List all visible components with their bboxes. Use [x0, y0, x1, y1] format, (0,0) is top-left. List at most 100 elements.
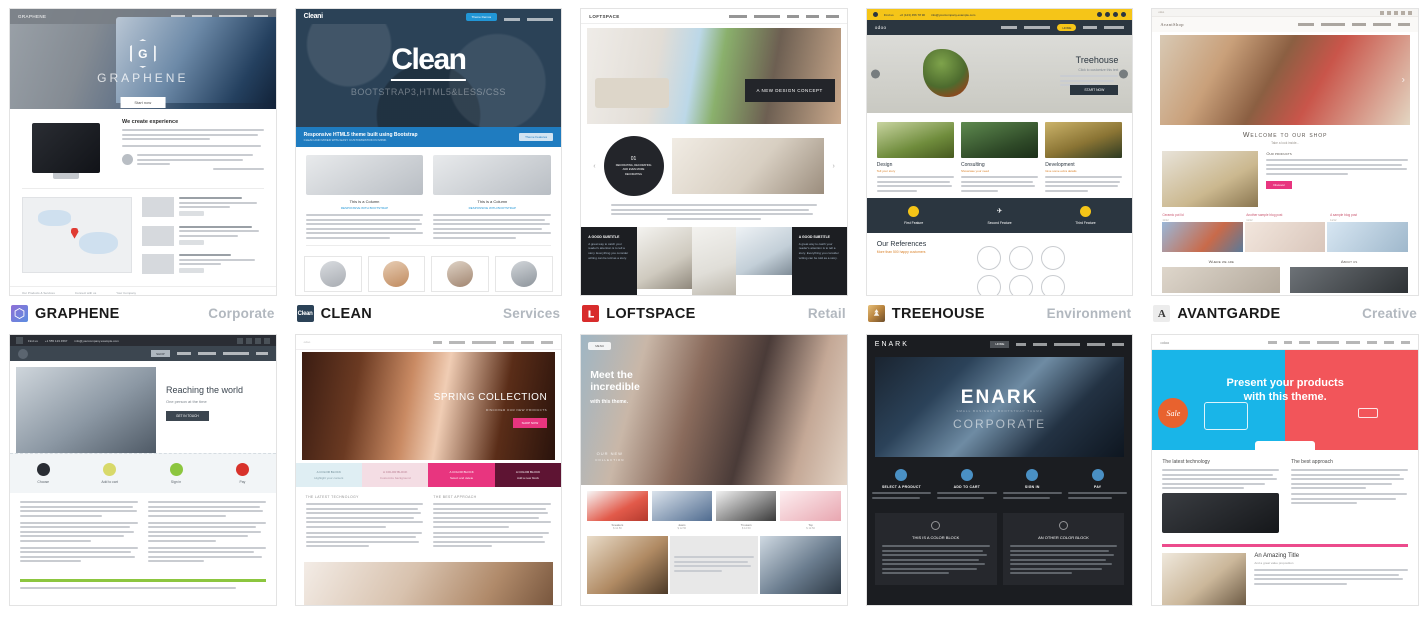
theme-thumbnail-treehouse[interactable]: Find us +0 (123) 456 78 90 info@yourcomp… [865, 8, 1134, 296]
theme-thumbnail-8[interactable]: MENU Meet the incredible with this theme… [580, 334, 848, 606]
hero-image [16, 367, 156, 453]
theme-meta [1151, 606, 1419, 619]
feature-column: Consulting Showcase your need [960, 122, 1039, 194]
nav-active-item[interactable]: HOME [1057, 24, 1077, 31]
avatar [447, 261, 474, 287]
blog-item[interactable]: Ceramic pot lid 11/12 [1162, 213, 1240, 222]
product-item[interactable]: Sneakers $ 12.50 [587, 491, 648, 530]
theme-name: GRAPHENE [35, 305, 120, 322]
numbered-circle: 01 DECORATING, DECORATING AND EVEN MORE … [603, 136, 664, 196]
shop-now-button[interactable]: SHOP NOW [512, 418, 548, 428]
footer-image [1162, 267, 1281, 293]
social-icons[interactable] [236, 337, 270, 344]
hero-cta-button[interactable]: GET IN TOUCH [166, 411, 209, 421]
reference-seals [976, 246, 1123, 270]
theme-card-10[interactable]: odoo Present your products with this the… [1142, 334, 1428, 619]
column-title: This is a Column [477, 199, 508, 204]
circle-line-2: AND EVEN MORE [622, 168, 645, 172]
card-icon [235, 463, 249, 476]
social-icons[interactable] [1379, 10, 1412, 15]
product-image [716, 491, 777, 521]
preview-topbar: Find us +1 555 123 4567 info@yourcompany… [10, 335, 276, 346]
carousel-next-icon[interactable] [1119, 69, 1129, 79]
theme-card-graphene[interactable]: GRAPHENE G GRAPHENE Start now We create … [0, 8, 286, 326]
text-column: THE LATEST TECHNOLOGY [305, 495, 424, 550]
column-subtitle: RESPONSIVE WITH BOOTSTRAP [468, 206, 516, 210]
blog-title: A sample blog post [1330, 213, 1358, 217]
theme-meta: Clean CLEAN Services [295, 296, 563, 326]
carousel-prev-icon[interactable]: ‹ [593, 163, 595, 170]
theme-thumbnail-6[interactable]: Find us +1 555 123 4567 info@yourcompany… [9, 334, 277, 606]
topbar-phone: +0 (123) 456 78 90 [899, 12, 926, 17]
masonry-grid: A GOOD SUBTITLE A great way to catch you… [581, 226, 847, 295]
theme-thumbnail-7[interactable]: odoo SPRING COLLECTION DISCOVER OUR NEW … [294, 334, 563, 606]
tablet-image [305, 155, 424, 195]
product-item[interactable]: Jeans $ 12.50 [651, 491, 712, 530]
carousel-next-icon[interactable]: › [832, 163, 834, 170]
step-item: SIGN IN [1000, 469, 1065, 501]
column-title: Consulting [960, 162, 985, 168]
theme-card-enark[interactable]: ENARK HOME ENARK SMALL BUSINESS BOOTSTRA… [857, 334, 1143, 619]
theme-thumbnail-clean[interactable]: Cleani Theme Demos Clean BOOTSTRAP3,HTML… [294, 8, 563, 296]
location-map[interactable] [22, 197, 132, 273]
steps-band: Choose Add to cart Sign in Pay [10, 453, 276, 493]
product-item[interactable]: Trousers $ 12.50 [716, 491, 777, 530]
preview-navbar: odoo [1152, 335, 1418, 350]
hero-image: SPRING COLLECTION DISCOVER OUR NEW PRODU… [301, 352, 556, 460]
menu-button[interactable]: MENU [588, 342, 612, 350]
nav-active-item[interactable]: SHOP [151, 350, 170, 357]
column-image [1045, 122, 1123, 158]
theme-card-loftspace[interactable]: LOFTSPACE A NEW DESIGN CONCEPT ‹ 01 DECO… [571, 8, 857, 326]
band-title: A COLOR BLOCK [316, 470, 341, 474]
theme-thumbnail-graphene[interactable]: GRAPHENE G GRAPHENE Start now We create … [9, 8, 277, 296]
product-price: $ 12.50 [741, 527, 751, 530]
discover-button[interactable]: Discover [1266, 181, 1293, 189]
footer-block-title: Where we are [1208, 259, 1234, 264]
theme-thumbnail-10[interactable]: odoo Present your products with this the… [1151, 334, 1419, 606]
hero-carousel[interactable]: Treehouse Click to customize this text S… [866, 35, 1133, 113]
preview-nav-links [433, 340, 554, 344]
social-icons[interactable] [1097, 12, 1127, 17]
preview-brand: LOFTSPACE [589, 13, 620, 19]
logo-dot-icon [872, 12, 878, 17]
nav-badge[interactable]: Theme Demos [465, 12, 498, 21]
theme-card-clean[interactable]: Cleani Theme Demos Clean BOOTSTRAP3,HTML… [286, 8, 572, 326]
preview-topbar: odoo [1152, 9, 1418, 17]
column-title: This is a Column [349, 199, 380, 204]
theme-card-8[interactable]: MENU Meet the incredible with this theme… [571, 334, 857, 619]
product-item[interactable]: Top $ 12.50 [780, 491, 841, 530]
blog-item[interactable]: Another sample blog post 11/12 [1246, 213, 1324, 222]
seal-line-2: COLLECTION [595, 458, 625, 462]
carousel-next-icon[interactable]: › [1402, 75, 1405, 86]
theme-card-avantgarde[interactable]: odoo AvantShop › Welcome to our shop Tak… [1142, 8, 1428, 326]
hero-subtitle: DISCOVER OUR NEW PRODUCTS [486, 408, 548, 412]
leaf-image [922, 49, 969, 97]
block-title: AN OTHER COLOR BLOCK [1038, 535, 1089, 540]
map-pin-icon [70, 227, 79, 239]
hero-cta-button[interactable]: START NOW [1070, 85, 1119, 95]
hero-tag: A NEW DESIGN CONCEPT [744, 79, 835, 102]
theme-card-treehouse[interactable]: Find us +0 (123) 456 78 90 info@yourcomp… [857, 8, 1143, 326]
preview-nav-links: Theme Demos [465, 12, 554, 21]
theme-thumbnail-loftspace[interactable]: LOFTSPACE A NEW DESIGN CONCEPT ‹ 01 DECO… [580, 8, 848, 296]
preview-navbar: AvantShop [1152, 17, 1418, 32]
carousel-prev-icon[interactable] [870, 69, 880, 79]
hero-title-line-1: Meet the [590, 369, 633, 381]
references-section: Our References More than 500 happy custo… [867, 233, 1133, 295]
theme-features-button[interactable]: Theme Features [519, 133, 554, 141]
theme-meta: LOFTSPACE Retail [580, 296, 848, 326]
theme-thumbnail-avantgarde[interactable]: odoo AvantShop › Welcome to our shop Tak… [1151, 8, 1419, 296]
blog-item[interactable]: A sample blog post 11/12 [1330, 213, 1408, 222]
theme-card-6[interactable]: Find us +1 555 123 4567 info@yourcompany… [0, 334, 286, 619]
treehouse-leaf-logo-icon [867, 305, 885, 322]
clean-square-logo-icon: Clean [296, 305, 314, 322]
nav-active-item[interactable]: HOME [990, 340, 1010, 348]
theme-card-7[interactable]: odoo SPRING COLLECTION DISCOVER OUR NEW … [286, 334, 572, 619]
column-image [960, 122, 1039, 158]
color-band: A COLOR BLOCK Customize background [362, 463, 429, 487]
hero-cta-button[interactable]: Start now [120, 97, 166, 108]
color-band: A COLOR BLOCK Select and delete [428, 463, 495, 487]
theme-thumbnail-enark[interactable]: ENARK HOME ENARK SMALL BUSINESS BOOTSTRA… [865, 334, 1134, 606]
hero-title-line-2: incredible [590, 381, 640, 394]
steps-band: SELECT A PRODUCT ADD TO CART SIGN IN PAY [867, 461, 1133, 509]
